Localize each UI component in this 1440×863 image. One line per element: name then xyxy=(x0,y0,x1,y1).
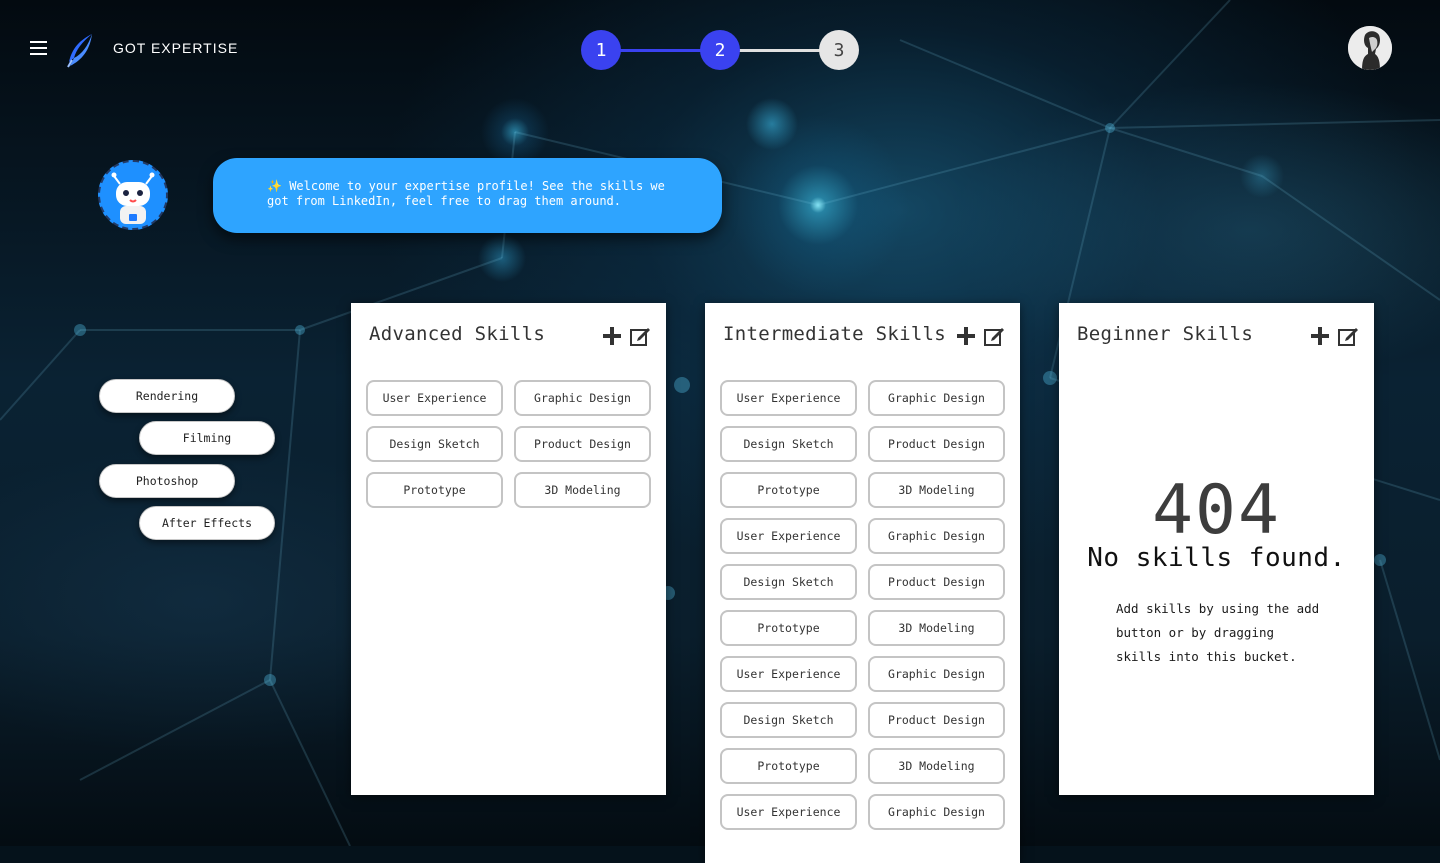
skill-label: User Experience xyxy=(382,391,487,405)
skill-chip[interactable]: Design Sketch xyxy=(720,564,857,600)
step-1[interactable]: 1 xyxy=(581,30,621,70)
bucket-title: Intermediate Skills xyxy=(723,323,947,345)
skill-label: User Experience xyxy=(736,667,841,681)
add-icon[interactable] xyxy=(956,326,976,346)
skill-chip[interactable]: User Experience xyxy=(366,380,503,416)
skill-label: Rendering xyxy=(135,389,199,403)
user-avatar[interactable] xyxy=(1348,26,1392,70)
beginner-skills-bucket[interactable]: Beginner Skills 404 No skills found. Add… xyxy=(1059,303,1374,795)
edit-icon[interactable] xyxy=(1337,325,1359,347)
step-2[interactable]: 2 xyxy=(700,30,740,70)
unsorted-skill-chip[interactable]: Photoshop xyxy=(99,464,235,498)
edit-icon[interactable] xyxy=(983,325,1005,347)
skill-chip[interactable]: 3D Modeling xyxy=(868,748,1005,784)
skill-label: Prototype xyxy=(757,759,820,773)
unsorted-skill-chip[interactable]: Rendering xyxy=(99,379,235,413)
skill-label: Prototype xyxy=(757,483,820,497)
robot-icon xyxy=(98,160,168,230)
skill-label: Design Sketch xyxy=(743,437,834,451)
skill-chip[interactable]: Design Sketch xyxy=(720,426,857,462)
empty-state-code: 404 xyxy=(1152,471,1281,550)
skill-chip[interactable]: Graphic Design xyxy=(868,380,1005,416)
empty-state-title: No skills found. xyxy=(1087,543,1346,573)
skill-chip[interactable]: Graphic Design xyxy=(868,518,1005,554)
skill-label: Graphic Design xyxy=(888,391,985,405)
skill-label: Graphic Design xyxy=(888,805,985,819)
skill-label: Prototype xyxy=(403,483,466,497)
empty-state-hint: Add skills by using the add button or by… xyxy=(1116,601,1320,664)
skill-chip[interactable]: Product Design xyxy=(514,426,651,462)
skill-chip[interactable]: 3D Modeling xyxy=(868,472,1005,508)
add-icon[interactable] xyxy=(1310,326,1330,346)
skill-label: Design Sketch xyxy=(743,713,834,727)
skill-label: User Experience xyxy=(736,529,841,543)
skill-chip[interactable]: Product Design xyxy=(868,426,1005,462)
skill-label: Photoshop xyxy=(135,474,199,488)
hamburger-menu-icon[interactable] xyxy=(28,38,50,58)
skill-label: Graphic Design xyxy=(888,529,985,543)
skill-chip[interactable]: Product Design xyxy=(868,564,1005,600)
skill-chip[interactable]: 3D Modeling xyxy=(868,610,1005,646)
skill-label: User Experience xyxy=(736,805,841,819)
skill-label: 3D Modeling xyxy=(898,483,975,497)
skill-label: Product Design xyxy=(888,713,985,727)
step-2-label: 2 xyxy=(714,39,726,61)
stepper-progress-line xyxy=(620,49,702,52)
skill-chip[interactable]: Prototype xyxy=(720,748,857,784)
skill-label: 3D Modeling xyxy=(898,621,975,635)
skill-chip[interactable]: Design Sketch xyxy=(720,702,857,738)
skill-chip[interactable]: Graphic Design xyxy=(868,794,1005,830)
skill-label: Graphic Design xyxy=(534,391,631,405)
advanced-skills-bucket[interactable]: Advanced Skills User Experience Graphic D… xyxy=(351,303,666,795)
feather-logo-icon xyxy=(66,32,96,68)
skill-chip[interactable]: Product Design xyxy=(868,702,1005,738)
skill-label: Design Sketch xyxy=(743,575,834,589)
edit-icon[interactable] xyxy=(629,325,651,347)
skill-label: 3D Modeling xyxy=(898,759,975,773)
skill-label: After Effects xyxy=(161,516,252,530)
skill-label: 3D Modeling xyxy=(544,483,621,497)
skill-label: User Experience xyxy=(736,391,841,405)
skill-label: Product Design xyxy=(534,437,631,451)
intermediate-skills-bucket[interactable]: Intermediate Skills User Experience Graph… xyxy=(705,303,1020,863)
skill-chip[interactable]: 3D Modeling xyxy=(514,472,651,508)
assistant-message-text: Welcome to your expertise profile! See t… xyxy=(267,179,665,208)
skill-chip[interactable]: Prototype xyxy=(720,610,857,646)
add-icon[interactable] xyxy=(602,326,622,346)
skill-chip[interactable]: Graphic Design xyxy=(514,380,651,416)
brand-name: GOT EXPERTISE xyxy=(113,40,239,56)
skill-label: Graphic Design xyxy=(888,667,985,681)
skill-label: Product Design xyxy=(888,437,985,451)
skill-chip[interactable]: User Experience xyxy=(720,380,857,416)
skill-chip[interactable]: Prototype xyxy=(720,472,857,508)
assistant-message-bubble: ✨ Welcome to your expertise profile! See… xyxy=(213,158,722,233)
skill-label: Filming xyxy=(182,431,232,445)
bucket-title: Beginner Skills xyxy=(1077,323,1254,345)
sparkle-icon: ✨ xyxy=(267,179,282,193)
unsorted-skill-chip[interactable]: Filming xyxy=(139,421,275,455)
skill-label: Product Design xyxy=(888,575,985,589)
skill-label: Prototype xyxy=(757,621,820,635)
bucket-title: Advanced Skills xyxy=(369,323,546,345)
skill-chip[interactable]: User Experience xyxy=(720,518,857,554)
skill-label: Design Sketch xyxy=(389,437,480,451)
skill-chip[interactable]: User Experience xyxy=(720,794,857,830)
stepper-remaining-line xyxy=(738,49,822,52)
unsorted-skill-chip[interactable]: After Effects xyxy=(139,506,275,540)
skill-chip[interactable]: Graphic Design xyxy=(868,656,1005,692)
skill-chip[interactable]: User Experience xyxy=(720,656,857,692)
step-3-label: 3 xyxy=(833,39,845,61)
step-3[interactable]: 3 xyxy=(819,30,859,70)
skill-chip[interactable]: Design Sketch xyxy=(366,426,503,462)
skill-chip[interactable]: Prototype xyxy=(366,472,503,508)
step-1-label: 1 xyxy=(595,39,607,61)
